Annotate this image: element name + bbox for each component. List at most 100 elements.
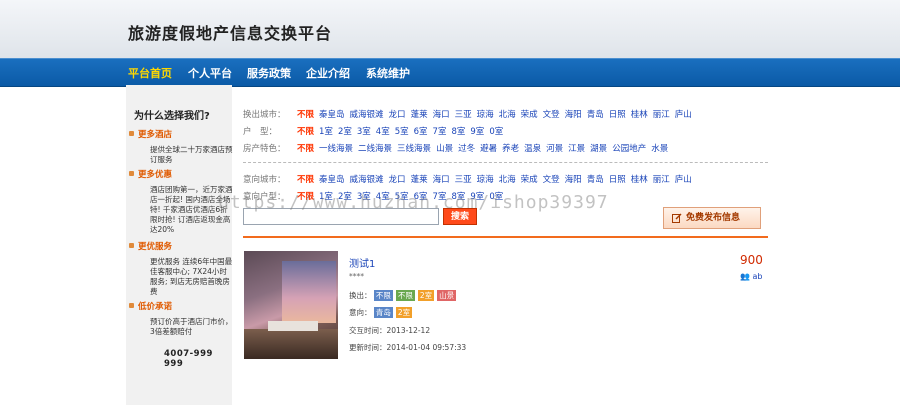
- filter-option[interactable]: 北海: [499, 110, 516, 120]
- filter-option[interactable]: 日照: [609, 175, 626, 185]
- filter-option[interactable]: 秦皇岛: [319, 110, 345, 120]
- filter-option[interactable]: 3室: [357, 127, 371, 137]
- filter-option[interactable]: 山景: [436, 144, 453, 154]
- filter-option[interactable]: 温泉: [524, 144, 541, 154]
- sidebar-heading-price: 低价承诺: [128, 302, 173, 312]
- filter-option[interactable]: 6室: [414, 192, 428, 202]
- filter-option[interactable]: 9室: [470, 192, 484, 202]
- filter-option[interactable]: 4室: [376, 192, 390, 202]
- filter-option[interactable]: 蓬莱: [411, 175, 428, 185]
- filter-option[interactable]: 7室: [433, 192, 447, 202]
- filter-option[interactable]: 秦皇岛: [319, 175, 345, 185]
- filter-option[interactable]: 琼海: [477, 110, 494, 120]
- filter-option[interactable]: 2室: [338, 127, 352, 137]
- filter-option[interactable]: 荣成: [521, 110, 538, 120]
- filter-option[interactable]: 庐山: [675, 110, 692, 120]
- filter-out-city: 换出城市： 不限 秦皇岛 威海银滩 龙口 蓬莱 海口 三亚 琼海 北海 荣成 文登 海阳 青岛 日照 桂林 丽江…: [243, 108, 697, 122]
- filter-label: 意向户型：: [243, 192, 286, 202]
- nav-system[interactable]: 系统维护: [366, 65, 410, 81]
- filter-option[interactable]: 丽江: [653, 110, 670, 120]
- filter-option[interactable]: 1室: [319, 127, 333, 137]
- filter-option[interactable]: 三亚: [455, 175, 472, 185]
- filter-option[interactable]: 二线海景: [358, 144, 392, 154]
- filter-option[interactable]: 日照: [609, 110, 626, 120]
- nav-personal[interactable]: 个人平台: [188, 65, 232, 81]
- filter-option[interactable]: 过冬: [458, 144, 475, 154]
- section-divider: [243, 236, 768, 238]
- filter-option[interactable]: 湖景: [590, 144, 607, 154]
- filter-option[interactable]: 不限: [297, 110, 314, 120]
- filter-option[interactable]: 不限: [297, 127, 314, 137]
- filter-option[interactable]: 6室: [414, 127, 428, 137]
- sidebar-heading-discounts: 更多优惠: [128, 170, 173, 180]
- want-label: 意向：: [349, 308, 372, 317]
- filter-option[interactable]: 不限: [297, 144, 314, 154]
- filter-option[interactable]: 威海银滩: [350, 175, 384, 185]
- filter-option[interactable]: 蓬莱: [411, 110, 428, 120]
- filter-label: 换出城市：: [243, 110, 286, 120]
- filter-option[interactable]: 0室: [489, 192, 503, 202]
- filter-label: 户 型：: [243, 127, 278, 137]
- nav-home[interactable]: 平台首页: [128, 65, 172, 81]
- filter-option[interactable]: 文登: [543, 110, 560, 120]
- filter-option[interactable]: 三线海景: [397, 144, 431, 154]
- filter-option[interactable]: 避暑: [480, 144, 497, 154]
- filter-option[interactable]: 0室: [489, 127, 503, 137]
- filter-option[interactable]: 2室: [338, 192, 352, 202]
- filter-option[interactable]: 4室: [376, 127, 390, 137]
- filter-option[interactable]: 公园地产: [612, 144, 646, 154]
- listing-photo[interactable]: [244, 251, 338, 359]
- photo-floor: [244, 329, 338, 359]
- filter-option[interactable]: 琼海: [477, 175, 494, 185]
- filter-option[interactable]: 水景: [651, 144, 668, 154]
- listing-title[interactable]: 测试1: [349, 255, 375, 270]
- filter-option[interactable]: 江景: [568, 144, 585, 154]
- filter-option[interactable]: 1室: [319, 192, 333, 202]
- sidebar-heading-hotels: 更多酒店: [128, 130, 173, 140]
- search-input[interactable]: [243, 208, 439, 225]
- filter-option[interactable]: 庐山: [675, 175, 692, 185]
- filter-option[interactable]: 8室: [451, 127, 465, 137]
- filter-option[interactable]: 养老: [502, 144, 519, 154]
- filter-option[interactable]: 海口: [433, 175, 450, 185]
- filter-option[interactable]: 桂林: [631, 110, 648, 120]
- filter-option[interactable]: 海阳: [565, 110, 582, 120]
- filter-option[interactable]: 三亚: [455, 110, 472, 120]
- nav-company[interactable]: 企业介绍: [306, 65, 350, 81]
- filter-option[interactable]: 桂林: [631, 175, 648, 185]
- filter-option[interactable]: 5室: [395, 192, 409, 202]
- filter-option[interactable]: 文登: [543, 175, 560, 185]
- filter-option[interactable]: 一线海景: [319, 144, 353, 154]
- exchange-value: 2013-12-12: [386, 326, 431, 335]
- filter-option[interactable]: 青岛: [587, 110, 604, 120]
- filter-option[interactable]: 8室: [451, 192, 465, 202]
- search-button[interactable]: 搜索: [443, 208, 477, 225]
- filter-option[interactable]: 7室: [433, 127, 447, 137]
- people-icon[interactable]: 👥 ab: [740, 272, 763, 281]
- filter-option[interactable]: 海阳: [565, 175, 582, 185]
- filter-option[interactable]: 不限: [297, 192, 314, 202]
- filter-label: 意向城市：: [243, 175, 286, 185]
- filter-option[interactable]: 海口: [433, 110, 450, 120]
- photo-window: [282, 261, 336, 323]
- filter-option[interactable]: 威海银滩: [350, 110, 384, 120]
- filter-option[interactable]: 荣成: [521, 175, 538, 185]
- sidebar: 为什么选择我们? 更多酒店 提供全球二十万家酒店预订服务 更多优惠 酒店团购第一…: [126, 85, 233, 405]
- filter-option[interactable]: 龙口: [389, 175, 406, 185]
- people-label: ab: [752, 272, 763, 281]
- nav-service-policy[interactable]: 服务政策: [247, 65, 291, 81]
- filter-option[interactable]: 丽江: [653, 175, 670, 185]
- filter-option[interactable]: 3室: [357, 192, 371, 202]
- sidebar-title: 为什么选择我们?: [134, 111, 210, 122]
- filter-option[interactable]: 龙口: [389, 110, 406, 120]
- filter-option[interactable]: 北海: [499, 175, 516, 185]
- filter-target-city: 意向城市： 不限 秦皇岛 威海银滩 龙口 蓬莱 海口 三亚 琼海 北海 荣成 文登 海阳 青岛 日照 桂林 丽江…: [243, 173, 697, 187]
- filter-option[interactable]: 青岛: [587, 175, 604, 185]
- filter-option[interactable]: 不限: [297, 175, 314, 185]
- filter-option[interactable]: 5室: [395, 127, 409, 137]
- filter-option[interactable]: 9室: [470, 127, 484, 137]
- listing-update-time: 更新时间：2014-01-04 09:57:33: [349, 342, 466, 353]
- want-tag: 2室: [395, 307, 413, 318]
- filter-option[interactable]: 河景: [546, 144, 563, 154]
- publish-button[interactable]: 免费发布信息: [663, 207, 761, 229]
